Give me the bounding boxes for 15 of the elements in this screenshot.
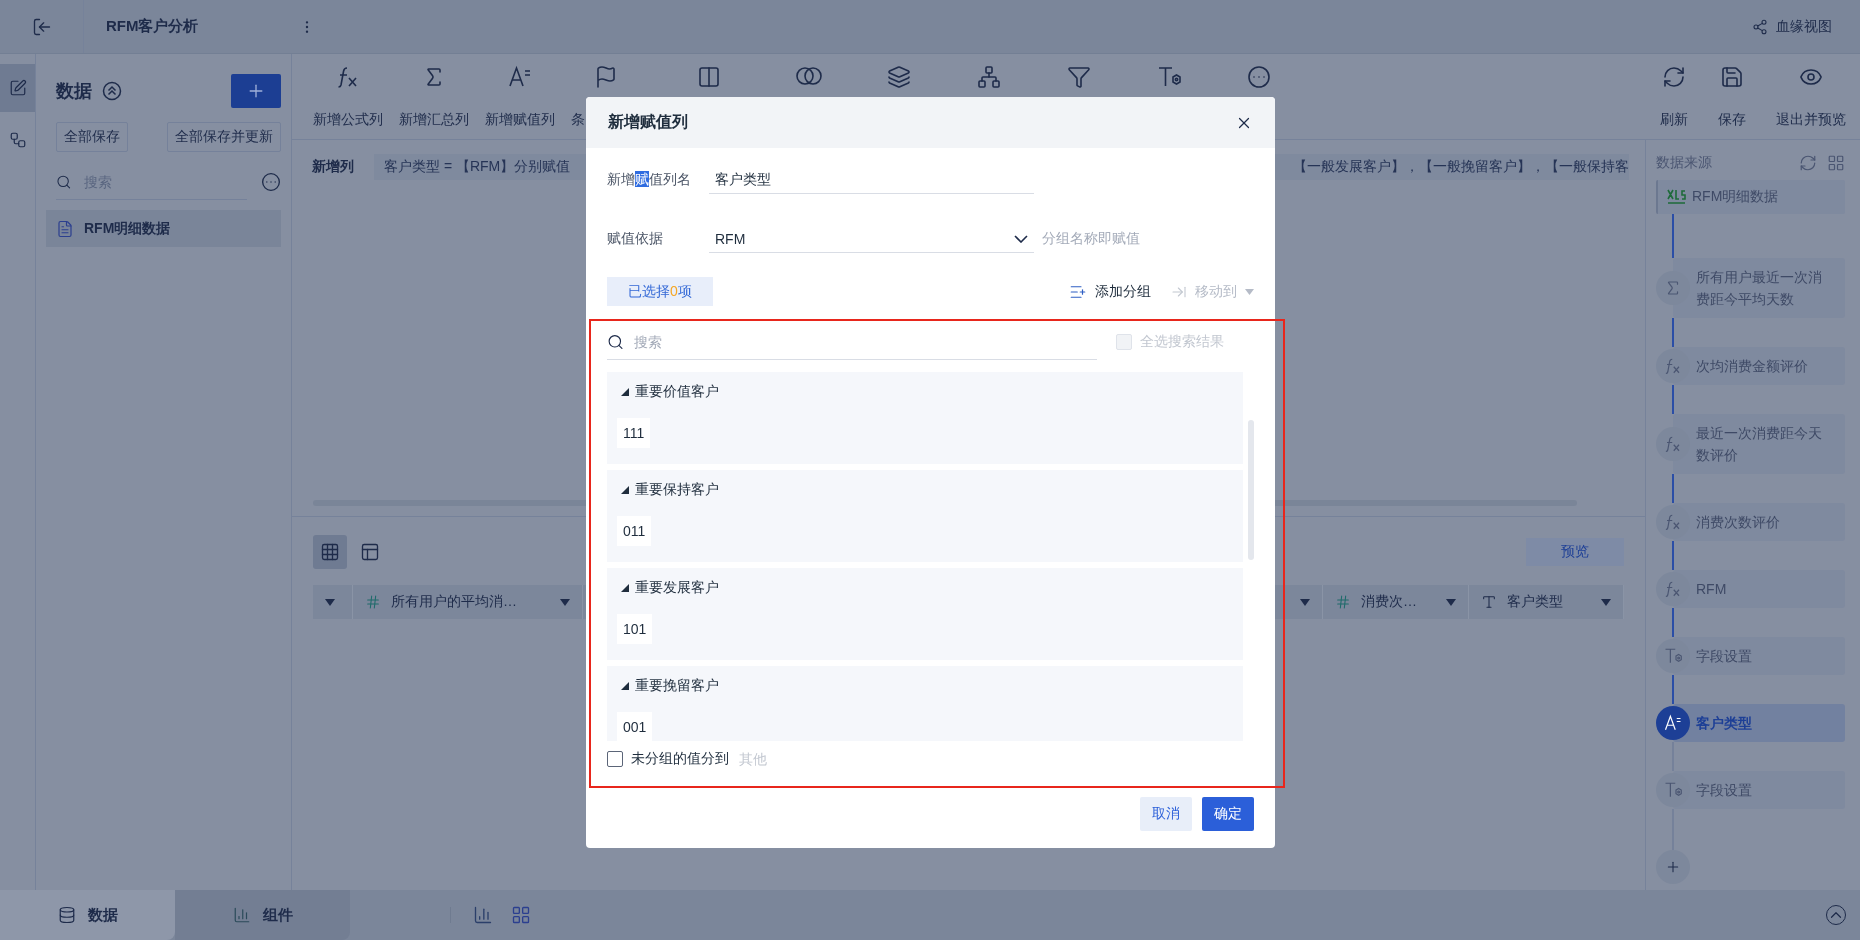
- group-name: 重要挽留客户: [635, 677, 719, 695]
- formula-label: 新增列: [312, 158, 354, 176]
- hint-text: 分组名称即赋值: [1042, 230, 1140, 248]
- app-title: RFM客户分析: [106, 17, 199, 36]
- dialog-title: 新增赋值列: [608, 112, 688, 132]
- formula-text: 客户类型 = 【RFM】分别赋值: [384, 158, 571, 176]
- group-name: 重要发展客户: [635, 579, 719, 597]
- flow-title: 数据来源: [1656, 154, 1712, 172]
- checkbox-label: 未分组的值分到: [631, 750, 729, 768]
- field-label: 赋值依据: [607, 230, 664, 248]
- group-name: 重要保持客户: [635, 481, 719, 499]
- formula-text: 【一般发展客户】，【一般挽留客户】，【一般保持客: [1293, 158, 1629, 176]
- panel-title: 数据: [56, 80, 92, 103]
- group-name: 重要价值客户: [635, 383, 719, 401]
- field-label: 新增赋值列名: [607, 171, 692, 189]
